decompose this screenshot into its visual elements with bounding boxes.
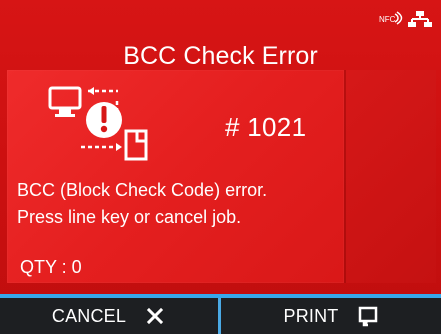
print-button[interactable]: PRINT	[221, 298, 441, 334]
error-code: # 1021	[225, 112, 307, 142]
cancel-button[interactable]: CANCEL	[0, 298, 221, 334]
close-icon	[144, 305, 166, 327]
error-message-line-2: Press line key or cancel job.	[17, 207, 242, 227]
print-button-label: PRINT	[283, 306, 339, 326]
error-message-line-1: BCC (Block Check Code) error.	[17, 180, 268, 200]
error-side-panel	[344, 70, 436, 283]
printer-error-screen: NFC BCC Check Error # 1021 BCC (Block Ch…	[0, 0, 441, 334]
nfc-icon: NFC	[379, 10, 403, 26]
quantity-status: QTY : 0	[20, 257, 82, 277]
cancel-button-label: CANCEL	[51, 306, 127, 326]
network-icon	[407, 10, 433, 28]
error-illustration-icon	[48, 86, 148, 161]
svg-text:NFC: NFC	[379, 15, 396, 24]
status-area: NFC	[363, 10, 433, 36]
print-icon	[357, 305, 379, 327]
